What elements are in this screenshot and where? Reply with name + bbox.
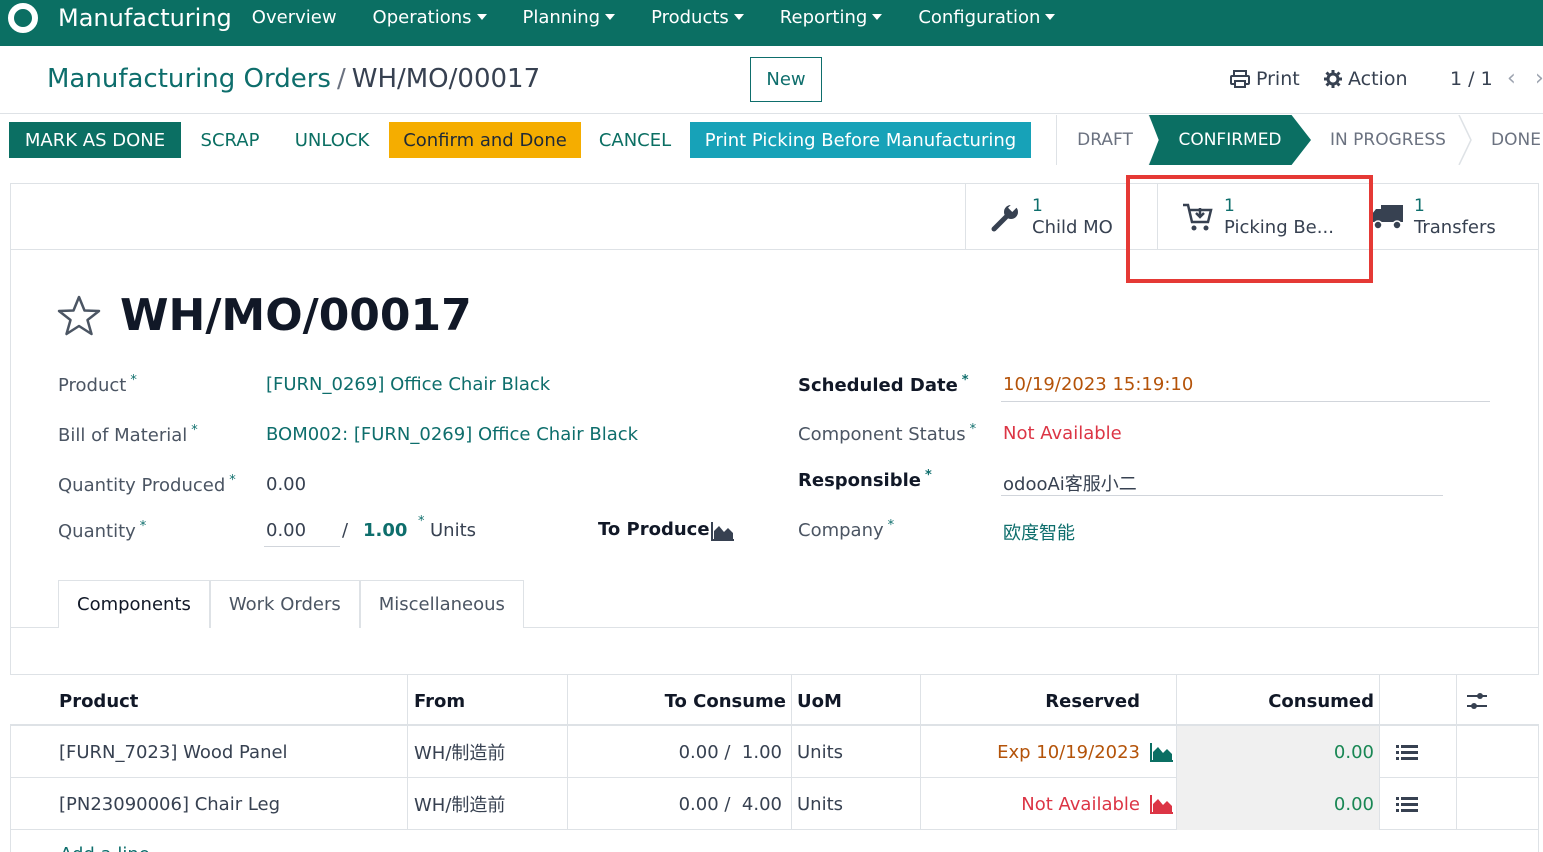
- stage-divider-icon: [1458, 115, 1472, 165]
- stage-in-progress[interactable]: IN PROGRESS: [1315, 115, 1461, 165]
- list-details-icon[interactable]: [1396, 796, 1418, 814]
- reserved-status: Exp 10/19/2023: [997, 741, 1140, 763]
- quantity-unit: Units: [430, 520, 477, 541]
- scrap-button[interactable]: SCRAP: [190, 122, 270, 158]
- record-title: WH/MO/00017: [120, 290, 472, 341]
- nav-menu: Overview Operations Planning Products Re…: [252, 7, 1092, 28]
- breadcrumb: Manufacturing Orders / WH/MO/00017: [47, 64, 541, 94]
- component-status-value: Not Available: [1003, 423, 1122, 444]
- bom-field[interactable]: BOM002: [FURN_0269] Office Chair Black: [266, 424, 638, 445]
- nav-item-configuration[interactable]: Configuration: [918, 7, 1056, 28]
- printer-icon: [1230, 70, 1250, 88]
- top-navbar: Manufacturing Overview Operations Planni…: [0, 0, 1543, 46]
- stage-confirmed[interactable]: CONFIRMED: [1149, 115, 1311, 165]
- caret-down-icon: [733, 14, 744, 20]
- reserved-status: Not Available: [1021, 793, 1140, 815]
- company-field[interactable]: 欧度智能: [1003, 519, 1075, 545]
- chevron-right-icon[interactable]: ›: [1535, 66, 1543, 91]
- action-button[interactable]: Action: [1324, 68, 1408, 90]
- nav-item-overview[interactable]: Overview: [252, 7, 337, 28]
- forecast-chart-icon[interactable]: [711, 521, 735, 541]
- mark-as-done-button[interactable]: MARK AS DONE: [9, 122, 181, 158]
- col-from[interactable]: From: [414, 675, 465, 727]
- forecast-chart-icon[interactable]: [1150, 794, 1174, 814]
- caret-down-icon: [1045, 14, 1056, 20]
- table-row[interactable]: [FURN_7023] Wood Panel WH/制造前 0.00 / 1.0…: [10, 726, 1539, 778]
- scheduled-date-input[interactable]: 10/19/2023 15:19:10: [1003, 374, 1193, 395]
- app-title[interactable]: Manufacturing: [58, 4, 232, 32]
- new-button[interactable]: New: [750, 57, 822, 102]
- responsible-label: Responsible *: [798, 468, 932, 491]
- table-header: Product From To Consume UoM Reserved Con…: [10, 674, 1539, 726]
- caret-down-icon: [605, 14, 616, 20]
- quantity-target: 1.00: [363, 520, 408, 541]
- col-reserved[interactable]: Reserved: [920, 675, 1140, 727]
- responsible-input[interactable]: odooAi客服小二: [1003, 470, 1137, 496]
- quantity-label: Quantity *: [58, 519, 147, 542]
- product-label: Product *: [58, 373, 137, 396]
- print-picking-button[interactable]: Print Picking Before Manufacturing: [690, 122, 1031, 158]
- caret-down-icon: [872, 14, 883, 20]
- scheduled-date-label: Scheduled Date *: [798, 373, 969, 396]
- status-action-bar: MARK AS DONE SCRAP UNLOCK Confirm and Do…: [0, 115, 1543, 167]
- qty-produced-label: Quantity Produced *: [58, 473, 236, 496]
- col-consumed[interactable]: Consumed: [1177, 675, 1374, 727]
- consumed-value[interactable]: 0.00: [1177, 778, 1374, 830]
- company-label: Company *: [798, 518, 895, 541]
- to-produce-label: To Produce: [598, 519, 710, 540]
- col-product[interactable]: Product: [59, 675, 138, 727]
- quantity-input[interactable]: 0.00: [266, 520, 306, 541]
- consumed-value[interactable]: 0.00: [1177, 726, 1374, 778]
- pager-value[interactable]: 1 / 1: [1450, 68, 1493, 90]
- tab-components[interactable]: Components: [58, 580, 210, 628]
- stage-draft[interactable]: DRAFT: [1057, 115, 1153, 165]
- truck-icon: [1370, 199, 1406, 235]
- tab-work-orders[interactable]: Work Orders: [209, 580, 360, 628]
- list-details-icon[interactable]: [1396, 744, 1418, 762]
- forecast-chart-icon[interactable]: [1150, 742, 1174, 762]
- status-bar: DRAFT CONFIRMED IN PROGRESS DONE: [1056, 115, 1543, 165]
- wrench-icon: [988, 199, 1024, 235]
- print-button[interactable]: Print: [1230, 68, 1300, 90]
- tab-miscellaneous[interactable]: Miscellaneous: [359, 580, 524, 628]
- notebook-tabs: Components Work Orders Miscellaneous: [58, 580, 524, 628]
- nav-item-planning[interactable]: Planning: [523, 7, 616, 28]
- highlight-box: [1126, 175, 1373, 283]
- nav-item-products[interactable]: Products: [651, 7, 744, 28]
- optional-columns-icon[interactable]: [1466, 691, 1488, 711]
- nav-item-reporting[interactable]: Reporting: [780, 7, 883, 28]
- star-icon[interactable]: [56, 294, 102, 338]
- unlock-button[interactable]: UNLOCK: [282, 122, 382, 158]
- qty-produced-value: 0.00: [266, 474, 307, 495]
- table-row[interactable]: [PN23090006] Chair Leg WH/制造前 0.00 / 4.0…: [10, 778, 1539, 830]
- smart-button-transfers[interactable]: 1 Transfers: [1348, 184, 1538, 250]
- nav-item-operations[interactable]: Operations: [373, 7, 487, 28]
- odoo-logo-icon[interactable]: [8, 3, 38, 33]
- confirm-and-done-button[interactable]: Confirm and Done: [389, 122, 581, 158]
- cancel-button[interactable]: CANCEL: [590, 122, 680, 158]
- stage-done[interactable]: DONE: [1475, 115, 1543, 165]
- col-to-consume[interactable]: To Consume: [568, 675, 786, 727]
- chevron-left-icon[interactable]: ‹: [1507, 66, 1516, 91]
- component-status-label: Component Status *: [798, 422, 977, 445]
- control-panel: Manufacturing Orders / WH/MO/00017 New Pri…: [0, 46, 1543, 114]
- add-line-link[interactable]: Add a line: [60, 844, 150, 852]
- bom-label: Bill of Material *: [58, 423, 198, 446]
- product-field[interactable]: [FURN_0269] Office Chair Black: [266, 374, 550, 395]
- caret-down-icon: [476, 14, 487, 20]
- gear-icon: [1324, 70, 1342, 88]
- breadcrumb-current: WH/MO/00017: [351, 64, 541, 94]
- breadcrumb-parent-link[interactable]: Manufacturing Orders: [47, 64, 331, 94]
- col-uom[interactable]: UoM: [797, 675, 842, 727]
